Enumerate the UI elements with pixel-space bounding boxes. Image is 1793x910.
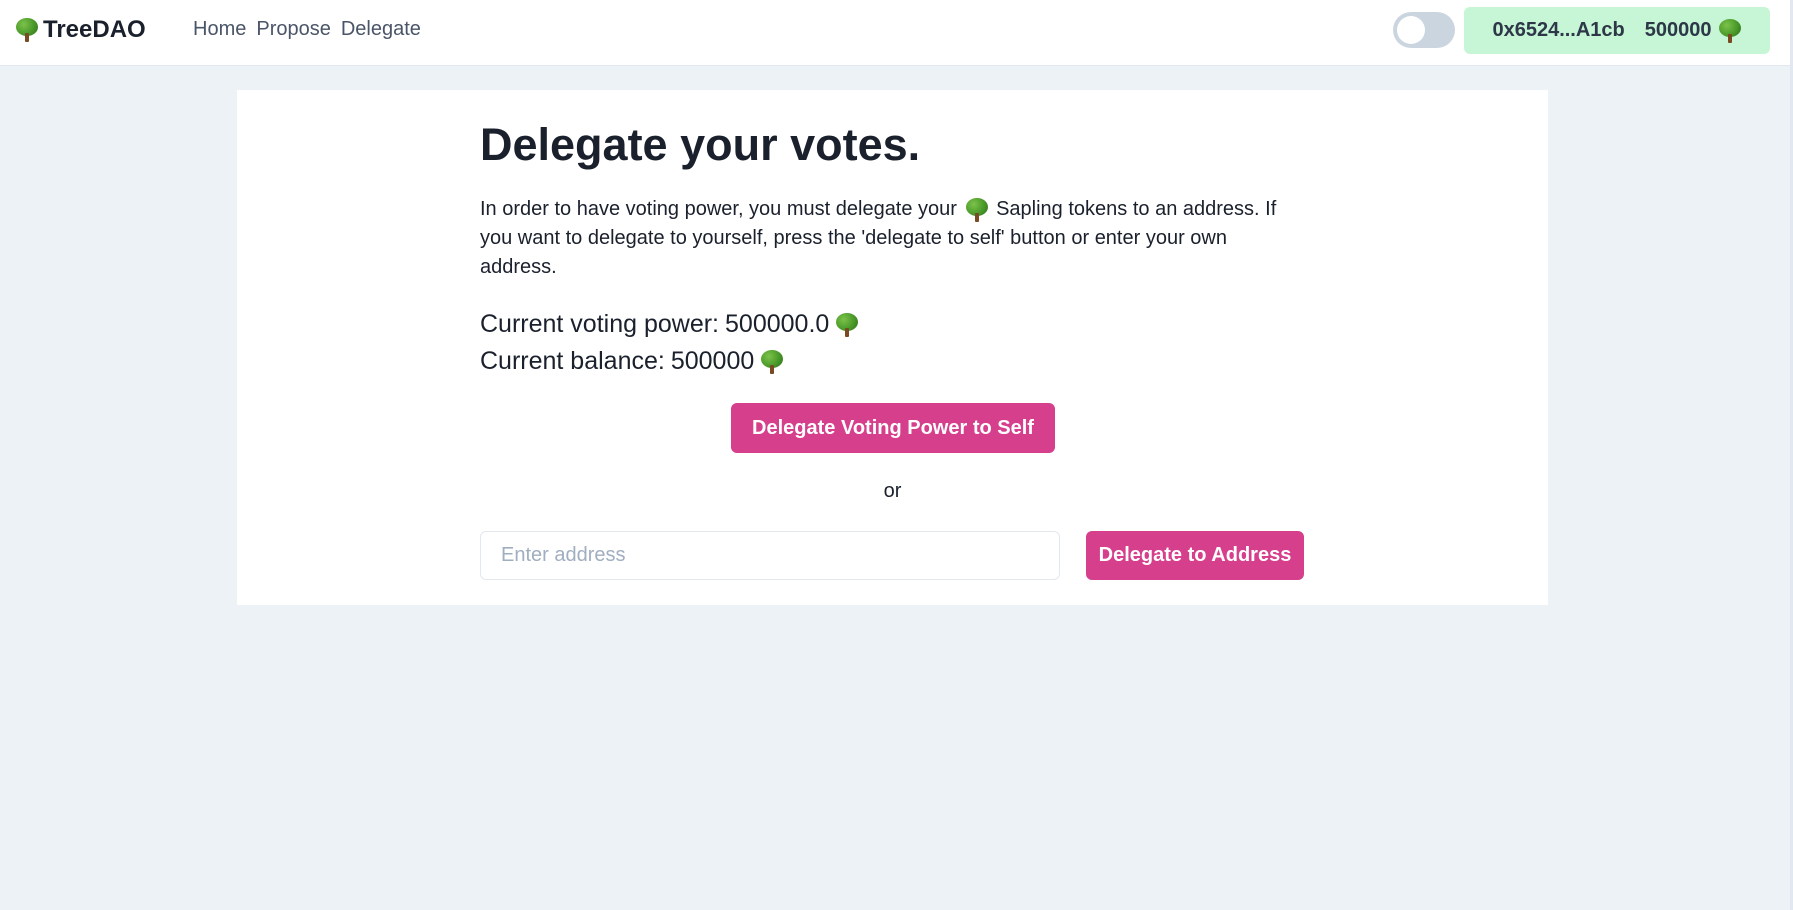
brand-name: TreeDAO bbox=[43, 16, 146, 43]
balance-value: 500000 bbox=[670, 347, 755, 375]
theme-toggle[interactable] bbox=[1393, 12, 1455, 48]
description-text-start: In order to have voting power, you must … bbox=[480, 198, 957, 220]
nav-link-propose[interactable]: Propose bbox=[256, 18, 331, 41]
delegate-to-address-button[interactable]: Delegate to Address bbox=[1086, 531, 1304, 580]
tree-icon bbox=[965, 197, 989, 222]
account-button[interactable]: 0x6524...A1cb 500000 bbox=[1464, 7, 1770, 54]
top-navbar: TreeDAO Home Propose Delegate 0x6524...A… bbox=[0, 0, 1793, 66]
account-balance-value: 500000 bbox=[1644, 19, 1712, 41]
voting-power-label: Current voting power: bbox=[480, 310, 720, 338]
tree-icon bbox=[835, 312, 859, 337]
or-divider-text: or bbox=[883, 480, 902, 502]
tree-icon bbox=[1718, 18, 1742, 43]
delegate-card: Delegate your votes. In order to have vo… bbox=[237, 90, 1548, 605]
account-address: 0x6524...A1cb bbox=[1492, 19, 1625, 41]
voting-power-value: 500000.0 bbox=[725, 310, 830, 338]
balance-label: Current balance: bbox=[480, 347, 665, 375]
voting-power-row: Current voting power: 500000.0 bbox=[480, 306, 1304, 343]
brand-logo[interactable]: TreeDAO bbox=[15, 15, 146, 45]
delegate-content: Delegate your votes. In order to have vo… bbox=[480, 118, 1304, 380]
toggle-knob bbox=[1397, 16, 1425, 44]
nav-link-home[interactable]: Home bbox=[193, 18, 246, 41]
nav-link-delegate[interactable]: Delegate bbox=[341, 18, 421, 41]
tree-icon bbox=[15, 18, 39, 42]
tree-icon bbox=[760, 349, 784, 374]
account-balance: 500000 bbox=[1644, 18, 1742, 43]
main-nav: Home Propose Delegate bbox=[193, 18, 421, 41]
delegate-description: In order to have voting power, you must … bbox=[480, 195, 1304, 282]
delegate-to-self-button[interactable]: Delegate Voting Power to Self bbox=[731, 403, 1055, 453]
voting-stats: Current voting power: 500000.0 Current b… bbox=[480, 306, 1304, 380]
address-input[interactable] bbox=[480, 531, 1060, 580]
balance-row: Current balance: 500000 bbox=[480, 343, 1304, 380]
page-title: Delegate your votes. bbox=[480, 119, 921, 170]
